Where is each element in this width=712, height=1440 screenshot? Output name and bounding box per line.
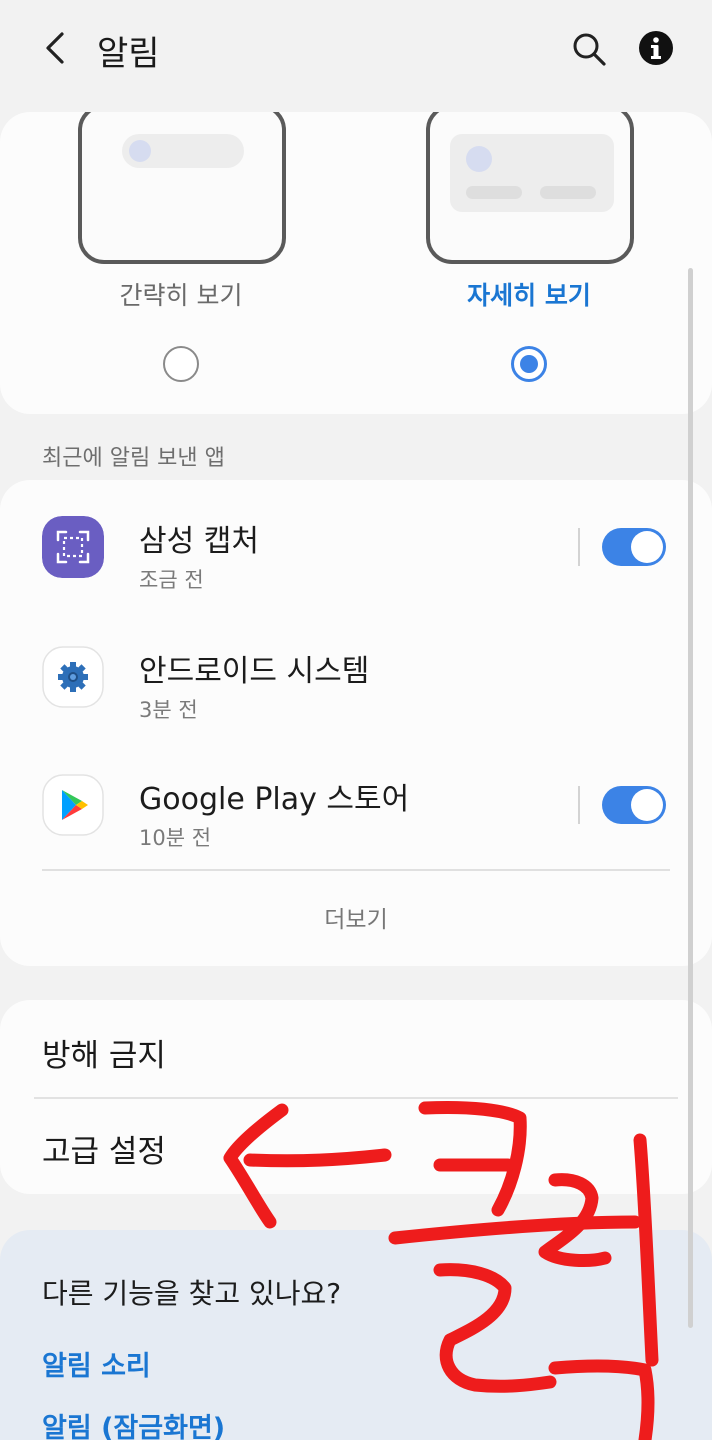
google-play-icon xyxy=(42,774,104,836)
samsung-capture-icon xyxy=(42,516,104,578)
app-row-samsung-capture[interactable]: 삼성 캡처 조금 전 xyxy=(0,490,712,610)
suggestions-card: 다른 기능을 찾고 있나요? 알림 소리 알림 (잠금화면) xyxy=(0,1230,712,1440)
back-arrow-icon[interactable] xyxy=(36,28,76,68)
samsung-capture-toggle[interactable] xyxy=(602,528,666,566)
app-name: 안드로이드 시스템 xyxy=(139,654,370,689)
settings-card: 방해 금지 고급 설정 xyxy=(0,1000,712,1194)
scrollbar[interactable] xyxy=(688,268,693,1328)
app-row-android-system[interactable]: 안드로이드 시스템 3분 전 xyxy=(0,620,712,740)
google-play-toggle[interactable] xyxy=(602,786,666,824)
toggle-divider xyxy=(578,786,580,824)
notification-sound-link[interactable]: 알림 소리 xyxy=(42,1344,151,1383)
app-row-google-play[interactable]: Google Play 스토어 10분 전 xyxy=(0,748,712,868)
detailed-view-radio[interactable] xyxy=(511,346,547,382)
app-time: 조금 전 xyxy=(139,568,204,592)
app-name: Google Play 스토어 xyxy=(139,782,410,817)
recent-apps-section-title: 최근에 알림 보낸 앱 xyxy=(42,446,225,471)
detailed-preview-panel xyxy=(450,134,614,212)
app-time: 10분 전 xyxy=(139,826,212,850)
more-button[interactable]: 더보기 xyxy=(0,900,712,934)
list-divider xyxy=(42,869,670,871)
app-time: 3분 전 xyxy=(139,698,198,722)
preview-dot xyxy=(466,146,492,172)
detailed-view-label[interactable]: 자세히 보기 xyxy=(409,276,649,312)
recent-apps-card: 삼성 캡처 조금 전 안드로이드 시스템 3분 전 Google Play 스토… xyxy=(0,480,712,966)
advanced-settings-item[interactable]: 고급 설정 xyxy=(42,1126,166,1171)
lock-screen-notifications-link[interactable]: 알림 (잠금화면) xyxy=(42,1406,225,1440)
search-icon[interactable] xyxy=(570,30,608,68)
toggle-divider xyxy=(578,528,580,566)
preview-dot xyxy=(129,140,151,162)
brief-preview-illustration[interactable] xyxy=(78,112,286,264)
android-system-gear-icon xyxy=(42,646,104,708)
brief-preview-pill xyxy=(122,134,244,168)
suggestions-question: 다른 기능을 찾고 있나요? xyxy=(42,1277,342,1310)
page-title: 알림 xyxy=(97,34,160,74)
app-bar: 알림 xyxy=(0,0,712,100)
do-not-disturb-item[interactable]: 방해 금지 xyxy=(42,1030,166,1075)
notification-style-card: 간략히 보기 자세히 보기 xyxy=(0,112,712,414)
preview-bar xyxy=(466,186,522,199)
preview-bar xyxy=(540,186,596,199)
brief-view-label[interactable]: 간략히 보기 xyxy=(61,276,301,312)
detailed-preview-illustration[interactable] xyxy=(426,112,634,264)
brief-view-radio[interactable] xyxy=(163,346,199,382)
settings-divider xyxy=(34,1097,678,1099)
app-name: 삼성 캡처 xyxy=(139,524,259,559)
info-icon[interactable] xyxy=(638,30,674,66)
